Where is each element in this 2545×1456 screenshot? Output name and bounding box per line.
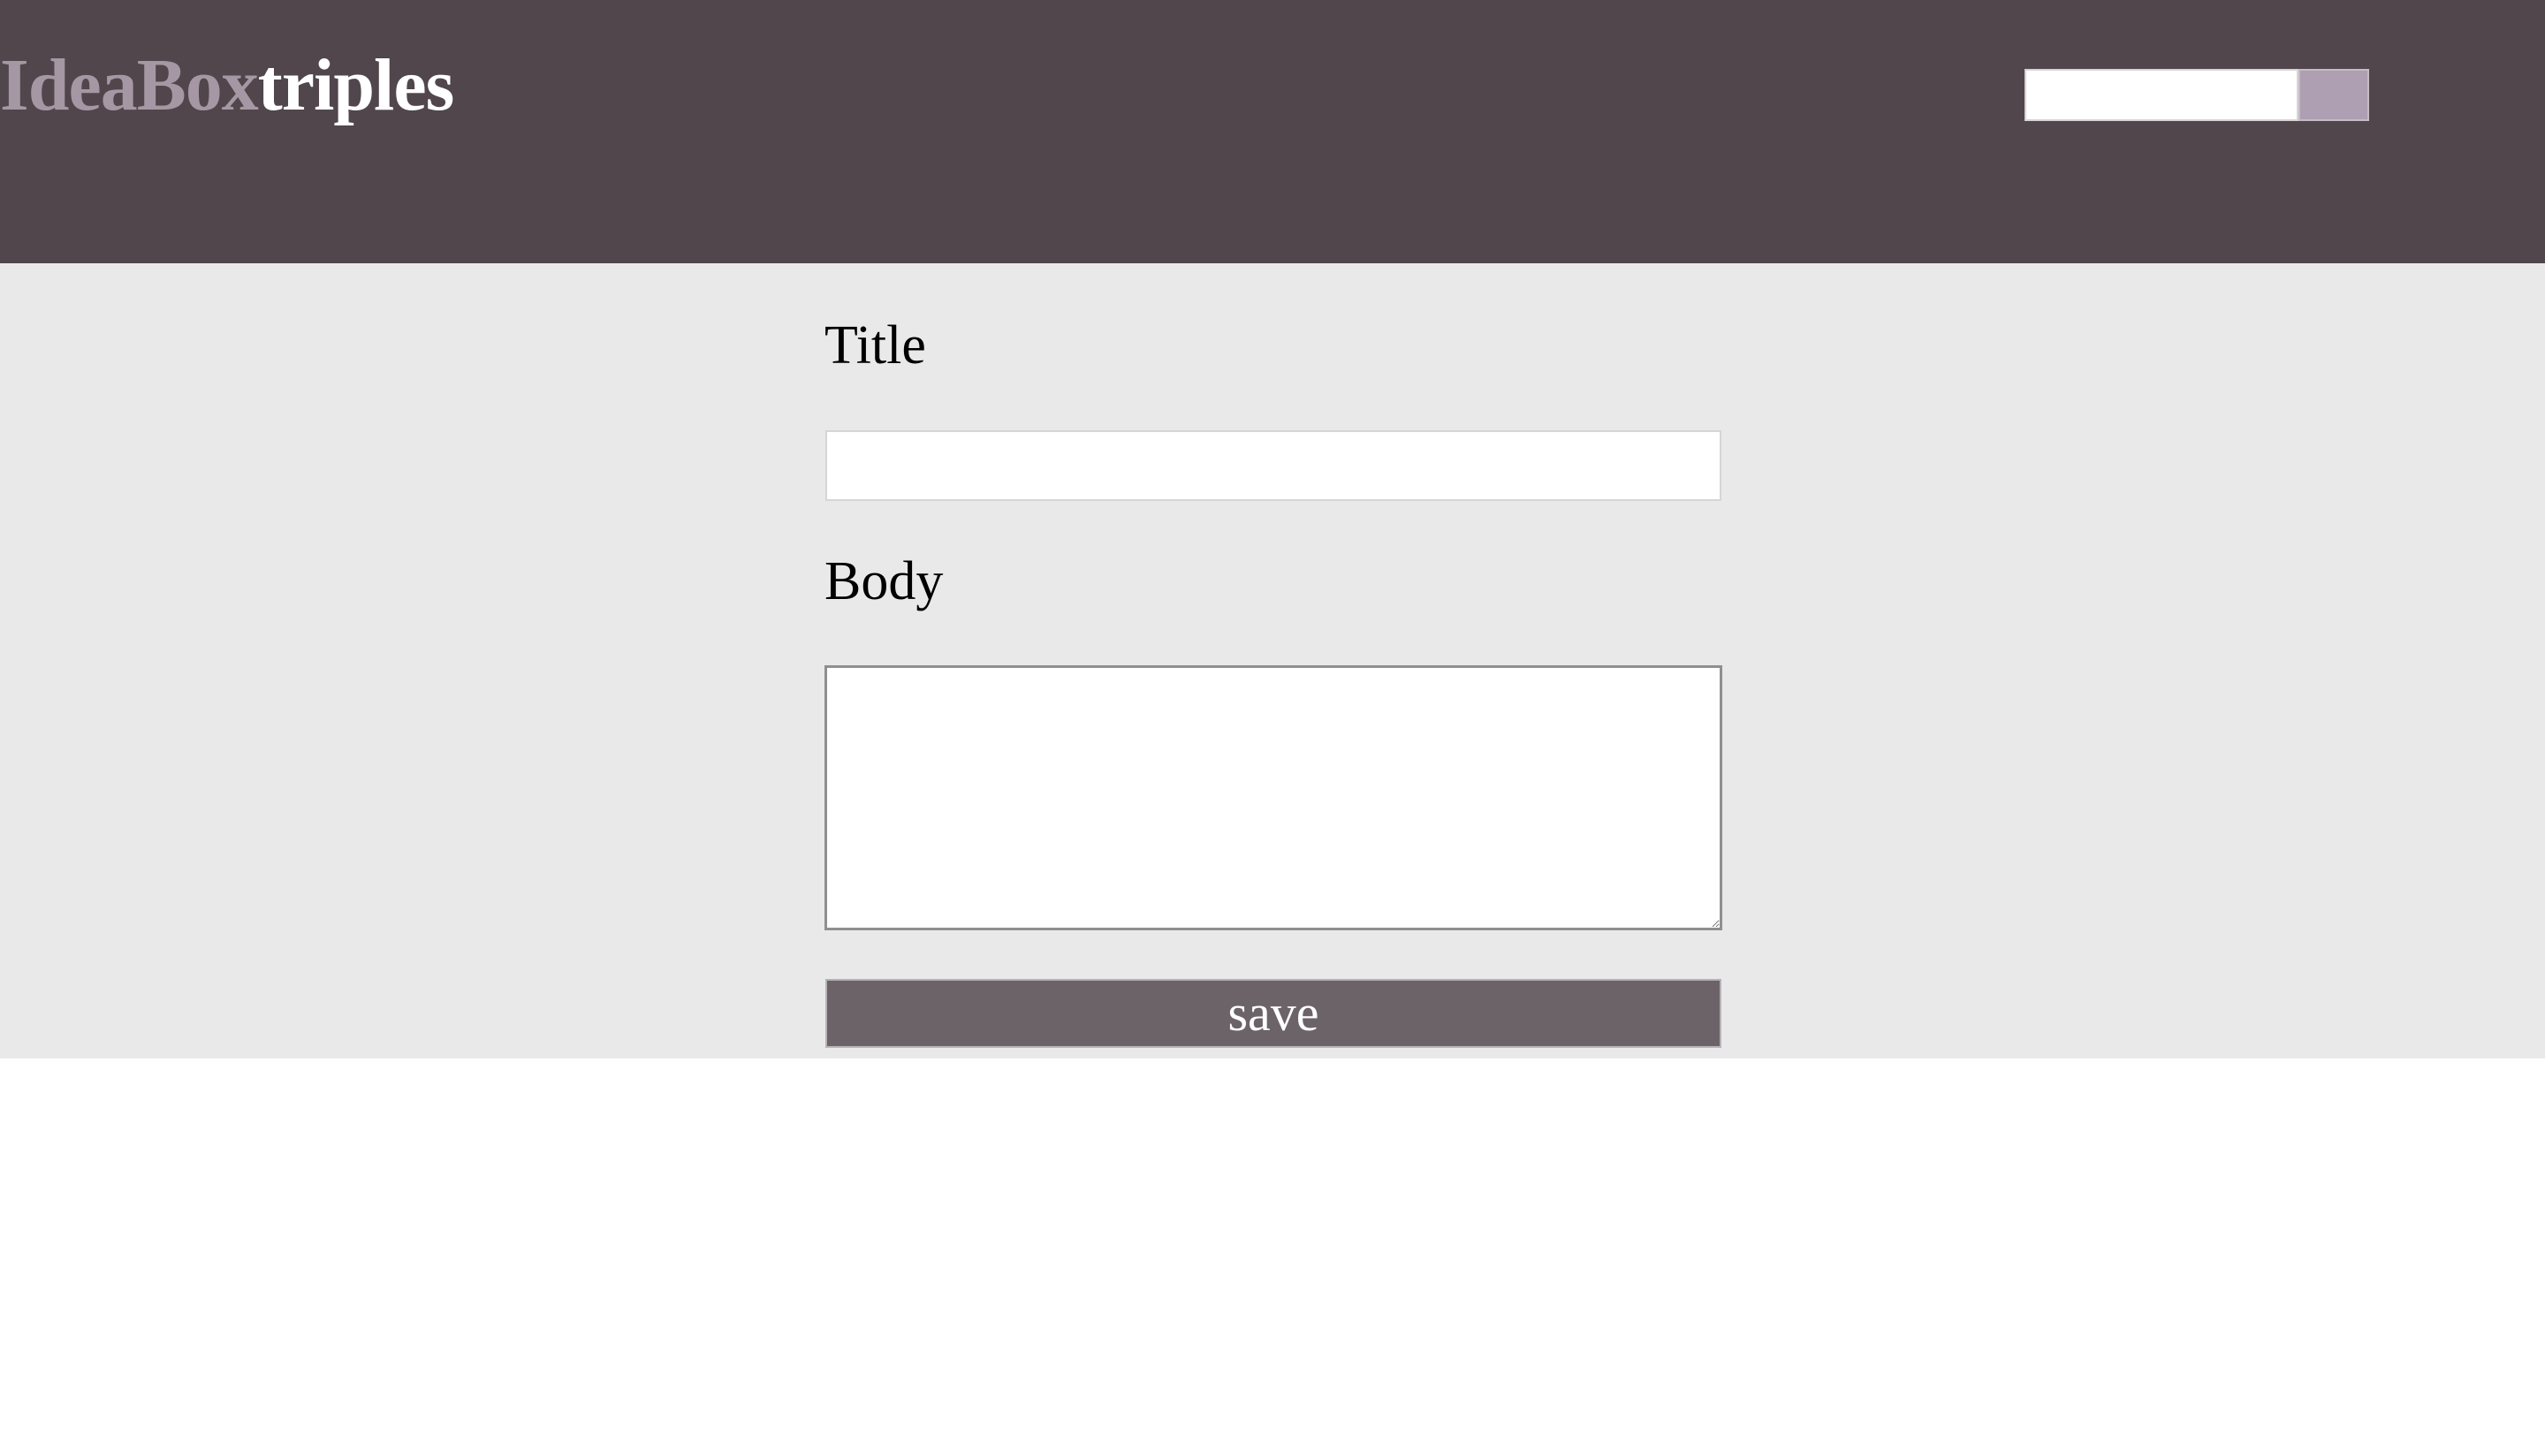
brand-secondary-text: triples: [257, 44, 455, 126]
search-button[interactable]: [2298, 69, 2369, 121]
body-label: Body: [824, 551, 944, 611]
title-label: Title: [824, 315, 926, 375]
search-input[interactable]: [2025, 69, 2298, 121]
body-textarea[interactable]: [824, 665, 1722, 930]
brand-logo[interactable]: IdeaBoxtriples: [0, 39, 455, 133]
site-header: IdeaBoxtriples: [0, 0, 2545, 263]
title-input[interactable]: [825, 430, 1721, 501]
idea-form-section: Title Body save: [0, 263, 2545, 1058]
brand-primary-text: IdeaBox: [0, 44, 259, 126]
save-button[interactable]: save: [825, 979, 1721, 1048]
